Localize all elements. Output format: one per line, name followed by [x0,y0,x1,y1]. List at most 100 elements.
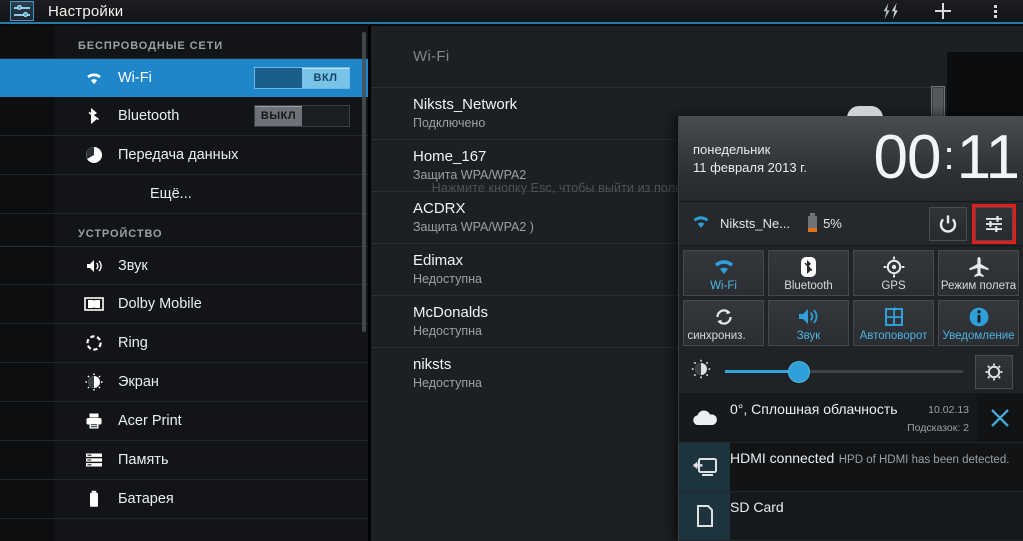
tile-label: GPS [881,279,906,292]
notification-body: SD Card [730,492,1023,540]
tile-label: Автоповорот [859,329,928,342]
tile-autorotate[interactable]: Автоповорот [853,300,934,346]
bluetooth-icon [800,255,817,279]
tile-sound[interactable]: Звук [768,300,849,346]
panel-clock: понедельник 11 февраля 2013 г. 00 : 11 [679,116,1023,202]
toggle-on-half [302,106,349,126]
printer-icon [84,411,104,431]
hdmi-display-icon [679,443,730,491]
gps-icon [883,255,905,279]
notification-hdmi[interactable]: HDMI connected HPD of HDMI has been dete… [679,443,1023,492]
quick-settings-sliders-icon[interactable] [972,203,1016,244]
storage-icon [84,450,104,470]
tile-label: Уведомление [942,329,1015,342]
toggle-off-half [255,67,302,88]
battery-icon [84,489,104,509]
settings-sliders-icon [10,1,34,21]
bluetooth-toggle[interactable]: ВЫКЛ [254,105,350,127]
sidebar-item-sound[interactable]: Звук [0,246,368,285]
airplane-icon [968,255,990,279]
wifi-direct-flash-icon[interactable] [865,0,917,22]
sidebar-item-label: Экран [118,374,159,390]
notification-title: HDMI connected [730,450,835,466]
tile-gps[interactable]: GPS [853,250,934,296]
page-title: Настройки [48,2,124,20]
sidebar-item-bluetooth[interactable]: Bluetooth ВЫКЛ [0,97,368,136]
clock-weekday: понедельник [693,141,771,157]
tile-label: синхрониз. [687,329,746,342]
sidebar-item-label: Батарея [118,491,174,507]
tile-airplane-mode[interactable]: Режим полета [938,250,1019,296]
section-header-device: УСТРОЙСТВО [78,228,163,240]
panel-date: понедельник 11 февраля 2013 г. [679,141,807,176]
sync-icon [713,305,735,329]
info-icon [968,305,990,329]
sidebar-item-more[interactable]: Ещё... [0,175,368,214]
section-header-wireless: БЕСПРОВОДНЫЕ СЕТИ [78,40,224,52]
settings-sidebar-list: БЕСПРОВОДНЫЕ СЕТИ Wi-Fi ВКЛ Bluetooth ВЫ… [0,26,368,541]
volume-icon [84,256,104,276]
data-usage-icon [84,145,104,165]
sidebar-scrollbar[interactable] [362,32,366,332]
ring-icon [84,333,104,353]
tile-bluetooth[interactable]: Bluetooth [768,250,849,296]
sdcard-icon [679,492,730,540]
close-icon[interactable] [977,394,1023,442]
brightness-icon [84,372,104,392]
battery-percent: 5% [823,216,842,231]
connected-ssid: Niksts_Ne... [720,216,791,231]
sidebar-item-label: Wi-Fi [118,69,152,86]
notification-list: 0°, Сплошная облачность 10.02.13 Подсказ… [679,394,1023,541]
tile-auto-sync[interactable]: синхрониз. [683,300,764,346]
sidebar-item-storage[interactable]: Память [0,441,368,480]
clock-date-text: 11 февраля 2013 г. [693,159,807,175]
sidebar-item-label: Acer Print [118,413,182,429]
notification-time: 10.02.13 [928,404,969,416]
notification-title: SD Card [730,499,784,515]
add-icon[interactable] [917,0,969,22]
overflow-menu-icon[interactable] [969,0,1021,22]
power-icon[interactable] [929,206,967,241]
notification-count: Подсказок: 2 [907,422,969,434]
tile-label: Режим полета [940,279,1017,292]
sidebar-item-label: Память [118,452,169,468]
action-bar: Настройки [0,0,1023,24]
toggle-off-label: ВЫКЛ [255,106,302,126]
notification-body: 0°, Сплошная облачность 10.02.13 Подсказ… [730,394,977,442]
notification-sdcard[interactable]: SD Card [679,492,1023,541]
sidebar-item-battery[interactable]: Батарея [0,480,368,519]
brightness-slider[interactable] [725,361,963,382]
sidebar-item-dolby-mobile[interactable]: Dolby Mobile [0,285,368,324]
sidebar-item-label: Dolby Mobile [118,296,202,312]
sidebar-item-label: Bluetooth [118,108,180,124]
sidebar-item-data-usage[interactable]: Передача данных [0,136,368,175]
wifi-icon [84,68,104,88]
settings-sidebar: БЕСПРОВОДНЫЕ СЕТИ Wi-Fi ВКЛ Bluetooth ВЫ… [0,26,368,541]
quick-settings-row-2: синхрониз. Звук Автоповорот Уведомление [679,296,1023,346]
android-settings-screen: Настройки БЕСПРОВОДНЫЕ СЕТИ Wi-Fi ВКЛ Bl… [0,0,1023,541]
autorotate-icon [883,305,905,329]
wifi-toggle[interactable]: ВКЛ [254,66,350,89]
sidebar-item-ring[interactable]: Ring [0,324,368,363]
tile-wifi[interactable]: Wi-Fi [683,250,764,296]
notification-meta: 10.02.13 Подсказок: 2 [907,400,969,436]
auto-brightness-gear-icon[interactable] [975,354,1013,389]
notification-subtitle: HPD of HDMI has been detected. [838,454,1010,466]
wifi-icon [691,214,711,234]
tile-notification[interactable]: Уведомление [938,300,1019,346]
wifi-pane-title: Wi-Fi [413,48,450,65]
clock-minutes: 11 [956,123,1020,193]
cloud-icon [679,394,730,442]
notification-weather[interactable]: 0°, Сплошная облачность 10.02.13 Подсказ… [679,394,1023,443]
sidebar-item-acer-print[interactable]: Acer Print [0,402,368,441]
tile-label: Звук [796,329,821,342]
panel-status-row: Niksts_Ne... 5% [679,202,1023,246]
battery-icon [808,212,818,232]
brightness-icon[interactable] [691,359,711,384]
sidebar-item-label: Передача данных [118,147,239,163]
brightness-slider-knob[interactable] [788,361,809,382]
sidebar-item-display[interactable]: Экран [0,363,368,402]
tile-label: Bluetooth [784,279,833,292]
volume-icon [797,305,821,329]
sidebar-item-wifi[interactable]: Wi-Fi ВКЛ [0,58,368,97]
